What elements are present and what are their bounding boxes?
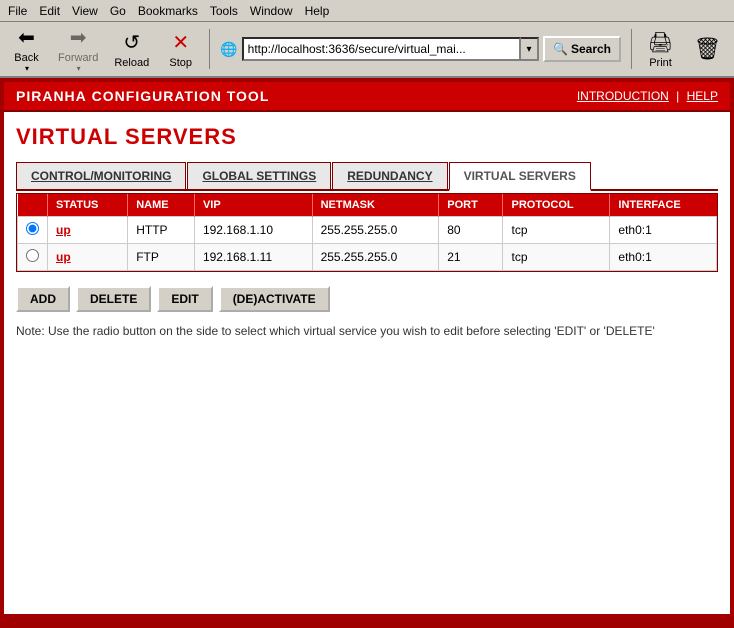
cell-vip: 192.168.1.11 <box>194 244 312 271</box>
col-netmask: NETMASK <box>312 194 439 217</box>
status-value[interactable]: up <box>56 250 71 264</box>
search-label: Search <box>571 42 611 56</box>
content-area: PIRANHA CONFIGURATION TOOL INTRODUCTION … <box>4 82 730 624</box>
print-icon: 🖨 <box>648 30 673 55</box>
menu-window[interactable]: Window <box>244 2 299 20</box>
cell-protocol: tcp <box>503 217 610 244</box>
deactivate-button[interactable]: (DE)ACTIVATE <box>219 286 330 312</box>
back-arrow-icon: ▾ <box>25 64 29 73</box>
col-name: NAME <box>128 194 195 217</box>
edit-button[interactable]: EDIT <box>157 286 212 312</box>
print-button[interactable]: 🖨 Print <box>638 25 683 73</box>
address-input[interactable] <box>242 37 521 61</box>
toolbar-separator <box>209 29 210 69</box>
tab-redundancy[interactable]: REDUNDANCY <box>332 162 447 189</box>
address-icon: 🌐 <box>220 41 237 58</box>
tab-virtual-servers[interactable]: VIRTUAL SERVERS <box>449 162 591 191</box>
tab-global-settings[interactable]: GLOBAL SETTINGS <box>187 162 331 189</box>
forward-icon: ➡ <box>70 25 87 50</box>
cell-status: up <box>48 217 128 244</box>
menu-bookmarks[interactable]: Bookmarks <box>132 2 204 20</box>
main-wrapper: PIRANHA CONFIGURATION TOOL INTRODUCTION … <box>0 78 734 628</box>
app-title: PIRANHA CONFIGURATION TOOL <box>16 88 269 104</box>
forward-arrow-icon: ▾ <box>77 64 81 73</box>
forward-label: Forward <box>58 52 98 64</box>
menu-edit[interactable]: Edit <box>33 2 66 20</box>
header-links: INTRODUCTION | HELP <box>577 89 718 103</box>
link-separator: | <box>676 89 679 103</box>
toolbar: ⬅ Back ▾ ➡ Forward ▾ ↺ Reload ✕ Stop 🌐 ▾… <box>0 22 734 78</box>
print-label: Print <box>649 57 672 69</box>
addressbar: 🌐 ▾ 🔍 Search <box>220 35 621 63</box>
menu-tools[interactable]: Tools <box>204 2 244 20</box>
brand-name: PIRANHA <box>16 88 87 104</box>
row-radio-1[interactable] <box>26 249 39 262</box>
forward-button[interactable]: ➡ Forward ▾ <box>51 25 105 73</box>
table-row: up FTP 192.168.1.11 255.255.255.0 21 tcp… <box>18 244 717 271</box>
menubar: File Edit View Go Bookmarks Tools Window… <box>0 0 734 22</box>
cell-port: 21 <box>439 244 503 271</box>
cell-port: 80 <box>439 217 503 244</box>
action-buttons: ADD DELETE EDIT (DE)ACTIVATE <box>16 286 718 312</box>
cell-protocol: tcp <box>503 244 610 271</box>
row-radio-0[interactable] <box>26 222 39 235</box>
menu-file[interactable]: File <box>2 2 33 20</box>
cell-name: HTTP <box>128 217 195 244</box>
stop-icon: ✕ <box>172 30 189 55</box>
title-rest: CONFIGURATION TOOL <box>87 88 270 104</box>
col-radio <box>18 194 48 217</box>
address-dropdown[interactable]: ▾ <box>521 37 539 61</box>
cell-name: FTP <box>128 244 195 271</box>
cell-status: up <box>48 244 128 271</box>
col-status: STATUS <box>48 194 128 217</box>
radio-cell[interactable] <box>18 217 48 244</box>
cell-interface: eth0:1 <box>610 217 717 244</box>
search-button[interactable]: 🔍 Search <box>543 36 621 62</box>
trash-icon: 🗑 <box>694 36 722 62</box>
header-bar: PIRANHA CONFIGURATION TOOL INTRODUCTION … <box>4 82 730 112</box>
virtual-servers-table: STATUS NAME VIP NETMASK PORT PROTOCOL IN… <box>17 194 717 271</box>
intro-link[interactable]: INTRODUCTION <box>577 89 669 103</box>
back-label: Back <box>14 52 38 64</box>
col-vip: VIP <box>194 194 312 217</box>
table-row: up HTTP 192.168.1.10 255.255.255.0 80 tc… <box>18 217 717 244</box>
radio-cell[interactable] <box>18 244 48 271</box>
toolbar-separator-2 <box>631 29 632 69</box>
nav-tabs: CONTROL/MONITORING GLOBAL SETTINGS REDUN… <box>16 162 718 191</box>
stop-label: Stop <box>169 57 192 69</box>
cell-netmask: 255.255.255.0 <box>312 217 439 244</box>
virtual-servers-table-container: STATUS NAME VIP NETMASK PORT PROTOCOL IN… <box>16 193 718 272</box>
menu-view[interactable]: View <box>66 2 104 20</box>
cell-interface: eth0:1 <box>610 244 717 271</box>
col-interface: INTERFACE <box>610 194 717 217</box>
add-button[interactable]: ADD <box>16 286 70 312</box>
help-link[interactable]: HELP <box>687 89 718 103</box>
delete-button[interactable]: DELETE <box>76 286 151 312</box>
reload-button[interactable]: ↺ Reload <box>107 25 156 73</box>
back-button[interactable]: ⬅ Back ▾ <box>4 25 49 73</box>
menu-help[interactable]: Help <box>299 2 336 20</box>
back-icon: ⬅ <box>18 25 35 50</box>
cell-vip: 192.168.1.10 <box>194 217 312 244</box>
note-text: Note: Use the radio button on the side t… <box>16 322 718 340</box>
tab-control-monitoring[interactable]: CONTROL/MONITORING <box>16 162 186 189</box>
trash-button[interactable]: 🗑 <box>685 25 730 73</box>
reload-icon: ↺ <box>123 30 140 55</box>
menu-go[interactable]: Go <box>104 2 132 20</box>
stop-button[interactable]: ✕ Stop <box>158 25 203 73</box>
page-content: VIRTUAL SERVERS CONTROL/MONITORING GLOBA… <box>4 112 730 614</box>
reload-label: Reload <box>114 57 149 69</box>
cell-netmask: 255.255.255.0 <box>312 244 439 271</box>
status-value[interactable]: up <box>56 223 71 237</box>
col-port: PORT <box>439 194 503 217</box>
col-protocol: PROTOCOL <box>503 194 610 217</box>
search-icon: 🔍 <box>553 42 568 56</box>
page-title: VIRTUAL SERVERS <box>16 124 718 150</box>
